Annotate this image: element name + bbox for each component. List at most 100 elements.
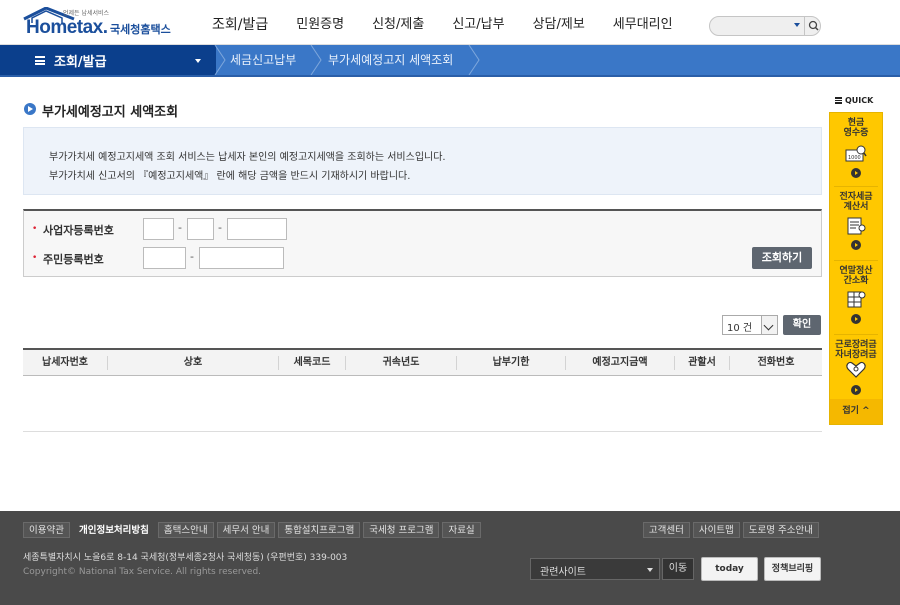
footer-link-tax-office[interactable]: 세무서 안내: [216, 522, 276, 538]
footer: 이용약관 개인정보처리방침 홈택스안내 세무서 안내 통합설치프로그램 국세청 …: [0, 511, 900, 605]
footer-link-road-address[interactable]: 도로명 주소안내: [742, 522, 819, 538]
footer-link-hometax-guide[interactable]: 홈택스안내: [157, 522, 214, 538]
col-trade-name: 상호: [183, 357, 203, 368]
quick-item-label: 근로장려금 자녀장려금: [830, 340, 882, 360]
go-icon: [851, 385, 861, 395]
location-bar: 조회/발급 세금신고납부 부가세예정고지 세액조회: [0, 45, 900, 77]
page-size-select[interactable]: 10 건: [722, 315, 778, 335]
caret-down-icon: [195, 59, 201, 63]
breadcrumb-tax-filing[interactable]: 세금신고납부: [230, 45, 296, 75]
quick-title-text: QUICK: [845, 96, 874, 105]
today-badge[interactable]: today: [701, 557, 758, 581]
dash: -: [178, 221, 182, 234]
dash: -: [190, 250, 194, 263]
required-mark: •: [32, 224, 38, 234]
gnb-item-application[interactable]: 신청/제출: [358, 0, 438, 45]
today-badge-text: today: [715, 564, 744, 574]
search-box: [709, 16, 821, 36]
gnb-item-consult[interactable]: 상담/제보: [519, 0, 599, 45]
footer-link-customer-center[interactable]: 고객센터: [642, 522, 690, 538]
logo-subtitle: 언제든 납세서비스: [63, 10, 110, 17]
policy-briefing-badge[interactable]: 정책브리핑: [764, 557, 821, 581]
footer-address: 세종특별자치시 노을6로 8-14 국세청(정부세종2청사 국세청동) (우편번…: [23, 553, 348, 563]
gnb-item-tax-agent[interactable]: 세무대리인: [599, 0, 687, 45]
quick-item-label-2: 계산서: [843, 202, 869, 212]
col-tax-year: 귀속년도: [382, 357, 420, 368]
quick-fold-button[interactable]: 접기 ^: [830, 399, 882, 424]
quick-item-year-end[interactable]: 연말정산 간소화: [830, 261, 882, 334]
resident-no-field-2[interactable]: [199, 247, 284, 269]
biz-no-field-2[interactable]: [187, 218, 214, 240]
search-button[interactable]: [804, 17, 822, 35]
col-taxpayer-no: 납세자번호: [42, 357, 88, 368]
page-size-value: 10 건: [727, 323, 753, 334]
page-title: 부가세예정고지 세액조회: [42, 105, 179, 120]
search-dropdown-icon[interactable]: [794, 23, 800, 27]
policy-briefing-text: 정책브리핑: [771, 564, 814, 574]
result-table-header: 납세자번호 상호 세목코드 귀속년도 납부기한 예정고지금액 관할서 전화번호: [23, 348, 822, 376]
logo-brand: Hometax.: [26, 17, 108, 38]
info-line-1: 부가가치세 예정고지세액 조회 서비스는 납세자 본인의 예정고지세액을 조회하…: [49, 152, 446, 163]
quick-item-incentive[interactable]: 근로장려금 자녀장려금: [830, 335, 882, 408]
required-mark: •: [32, 253, 38, 263]
footer-link-sitemap[interactable]: 사이트맵: [692, 522, 740, 538]
hamburger-icon: [35, 56, 45, 65]
receipt-icon: 1000: [845, 145, 867, 162]
search-icon: [808, 20, 819, 31]
footer-link-privacy[interactable]: 개인정보처리방침: [72, 522, 155, 538]
go-icon: [851, 240, 861, 250]
quick-item-e-invoice[interactable]: 전자세금 계산서: [830, 187, 882, 260]
footer-link-nts-program[interactable]: 국세청 프로그램: [363, 522, 440, 538]
quick-item-cash-receipt[interactable]: 현금 영수증 1000: [830, 113, 882, 186]
query-button[interactable]: 조회하기: [752, 247, 812, 269]
info-box: 부가가치세 예정고지세액 조회 서비스는 납세자 본인의 예정고지세액을 조회하…: [23, 127, 822, 195]
info-line-2: 부가가치세 신고서의 『예정고지세액』 란에 해당 금액을 반드시 기재하시기 …: [49, 171, 411, 182]
gnb-item-certificate[interactable]: 민원증명: [282, 0, 358, 45]
resident-no-field-1[interactable]: [143, 247, 186, 269]
incentive-icon: [846, 361, 866, 378]
global-nav: 조회/발급 민원증명 신청/제출 신고/납부 상담/제보 세무대리인: [198, 0, 687, 45]
search-input[interactable]: [716, 19, 792, 33]
footer-links: 이용약관 개인정보처리방침 홈택스안내 세무서 안내 통합설치프로그램 국세청 …: [23, 522, 484, 538]
col-tax-office: 관할서: [688, 357, 716, 368]
all-menu-button[interactable]: 조회/발급: [0, 45, 216, 75]
col-notice-amount: 예정고지금액: [592, 357, 648, 368]
chevron-down-icon: [761, 316, 777, 334]
go-icon: [851, 168, 861, 178]
go-icon: [851, 314, 861, 324]
biz-no-label: 사업자등록번호: [43, 224, 114, 237]
quick-item-label: 연말정산 간소화: [830, 266, 882, 286]
quick-item-label-1: 전자세금: [839, 192, 873, 202]
footer-link-installer[interactable]: 통합설치프로그램: [278, 522, 361, 538]
gnb-item-filing[interactable]: 신고/납부: [438, 0, 518, 45]
result-table-body: [23, 376, 822, 432]
resident-no-label: 주민등록번호: [43, 253, 104, 266]
search-form: • 사업자등록번호 - - • 주민등록번호 - 조회하기: [23, 209, 822, 277]
year-end-icon: [847, 291, 866, 308]
dash: -: [218, 221, 222, 234]
footer-link-archive[interactable]: 자료실: [442, 522, 481, 538]
quick-item-label-2: 간소화: [843, 276, 869, 286]
quick-menu-panel: 현금 영수증 1000 전자세금 계산서 연말정산 간소화 근로장려금 자녀장려…: [829, 112, 883, 425]
chevron-right-icon: [310, 45, 322, 75]
breadcrumb-current[interactable]: 부가세예정고지 세액조회: [328, 45, 453, 75]
footer-link-terms[interactable]: 이용약관: [23, 522, 70, 538]
list-icon: [835, 97, 842, 104]
go-button[interactable]: 이동: [662, 558, 694, 580]
biz-no-field-1[interactable]: [143, 218, 174, 240]
related-sites-select[interactable]: 관련사이트: [530, 558, 660, 580]
quick-item-label-1: 현금: [847, 118, 865, 128]
svg-text:1000: 1000: [848, 155, 861, 161]
quick-item-label: 현금 영수증: [830, 118, 882, 138]
logo-korean: 국세청홈택스: [110, 23, 171, 36]
biz-no-field-3[interactable]: [227, 218, 287, 240]
quick-item-label: 전자세금 계산서: [830, 192, 882, 212]
hometax-logo[interactable]: 언제든 납세서비스 Hometax. 국세청홈택스: [22, 6, 177, 40]
invoice-icon: [847, 217, 866, 235]
col-due-date: 납부기한: [492, 357, 530, 368]
gnb-item-inquiry[interactable]: 조회/발급: [198, 0, 282, 45]
confirm-button[interactable]: 확인: [783, 315, 821, 335]
top-header: 언제든 납세서비스 Hometax. 국세청홈택스 조회/발급 민원증명 신청/…: [0, 0, 900, 45]
menu-label: 조회/발급: [54, 55, 107, 70]
bullet-arrow-icon: [24, 103, 36, 115]
